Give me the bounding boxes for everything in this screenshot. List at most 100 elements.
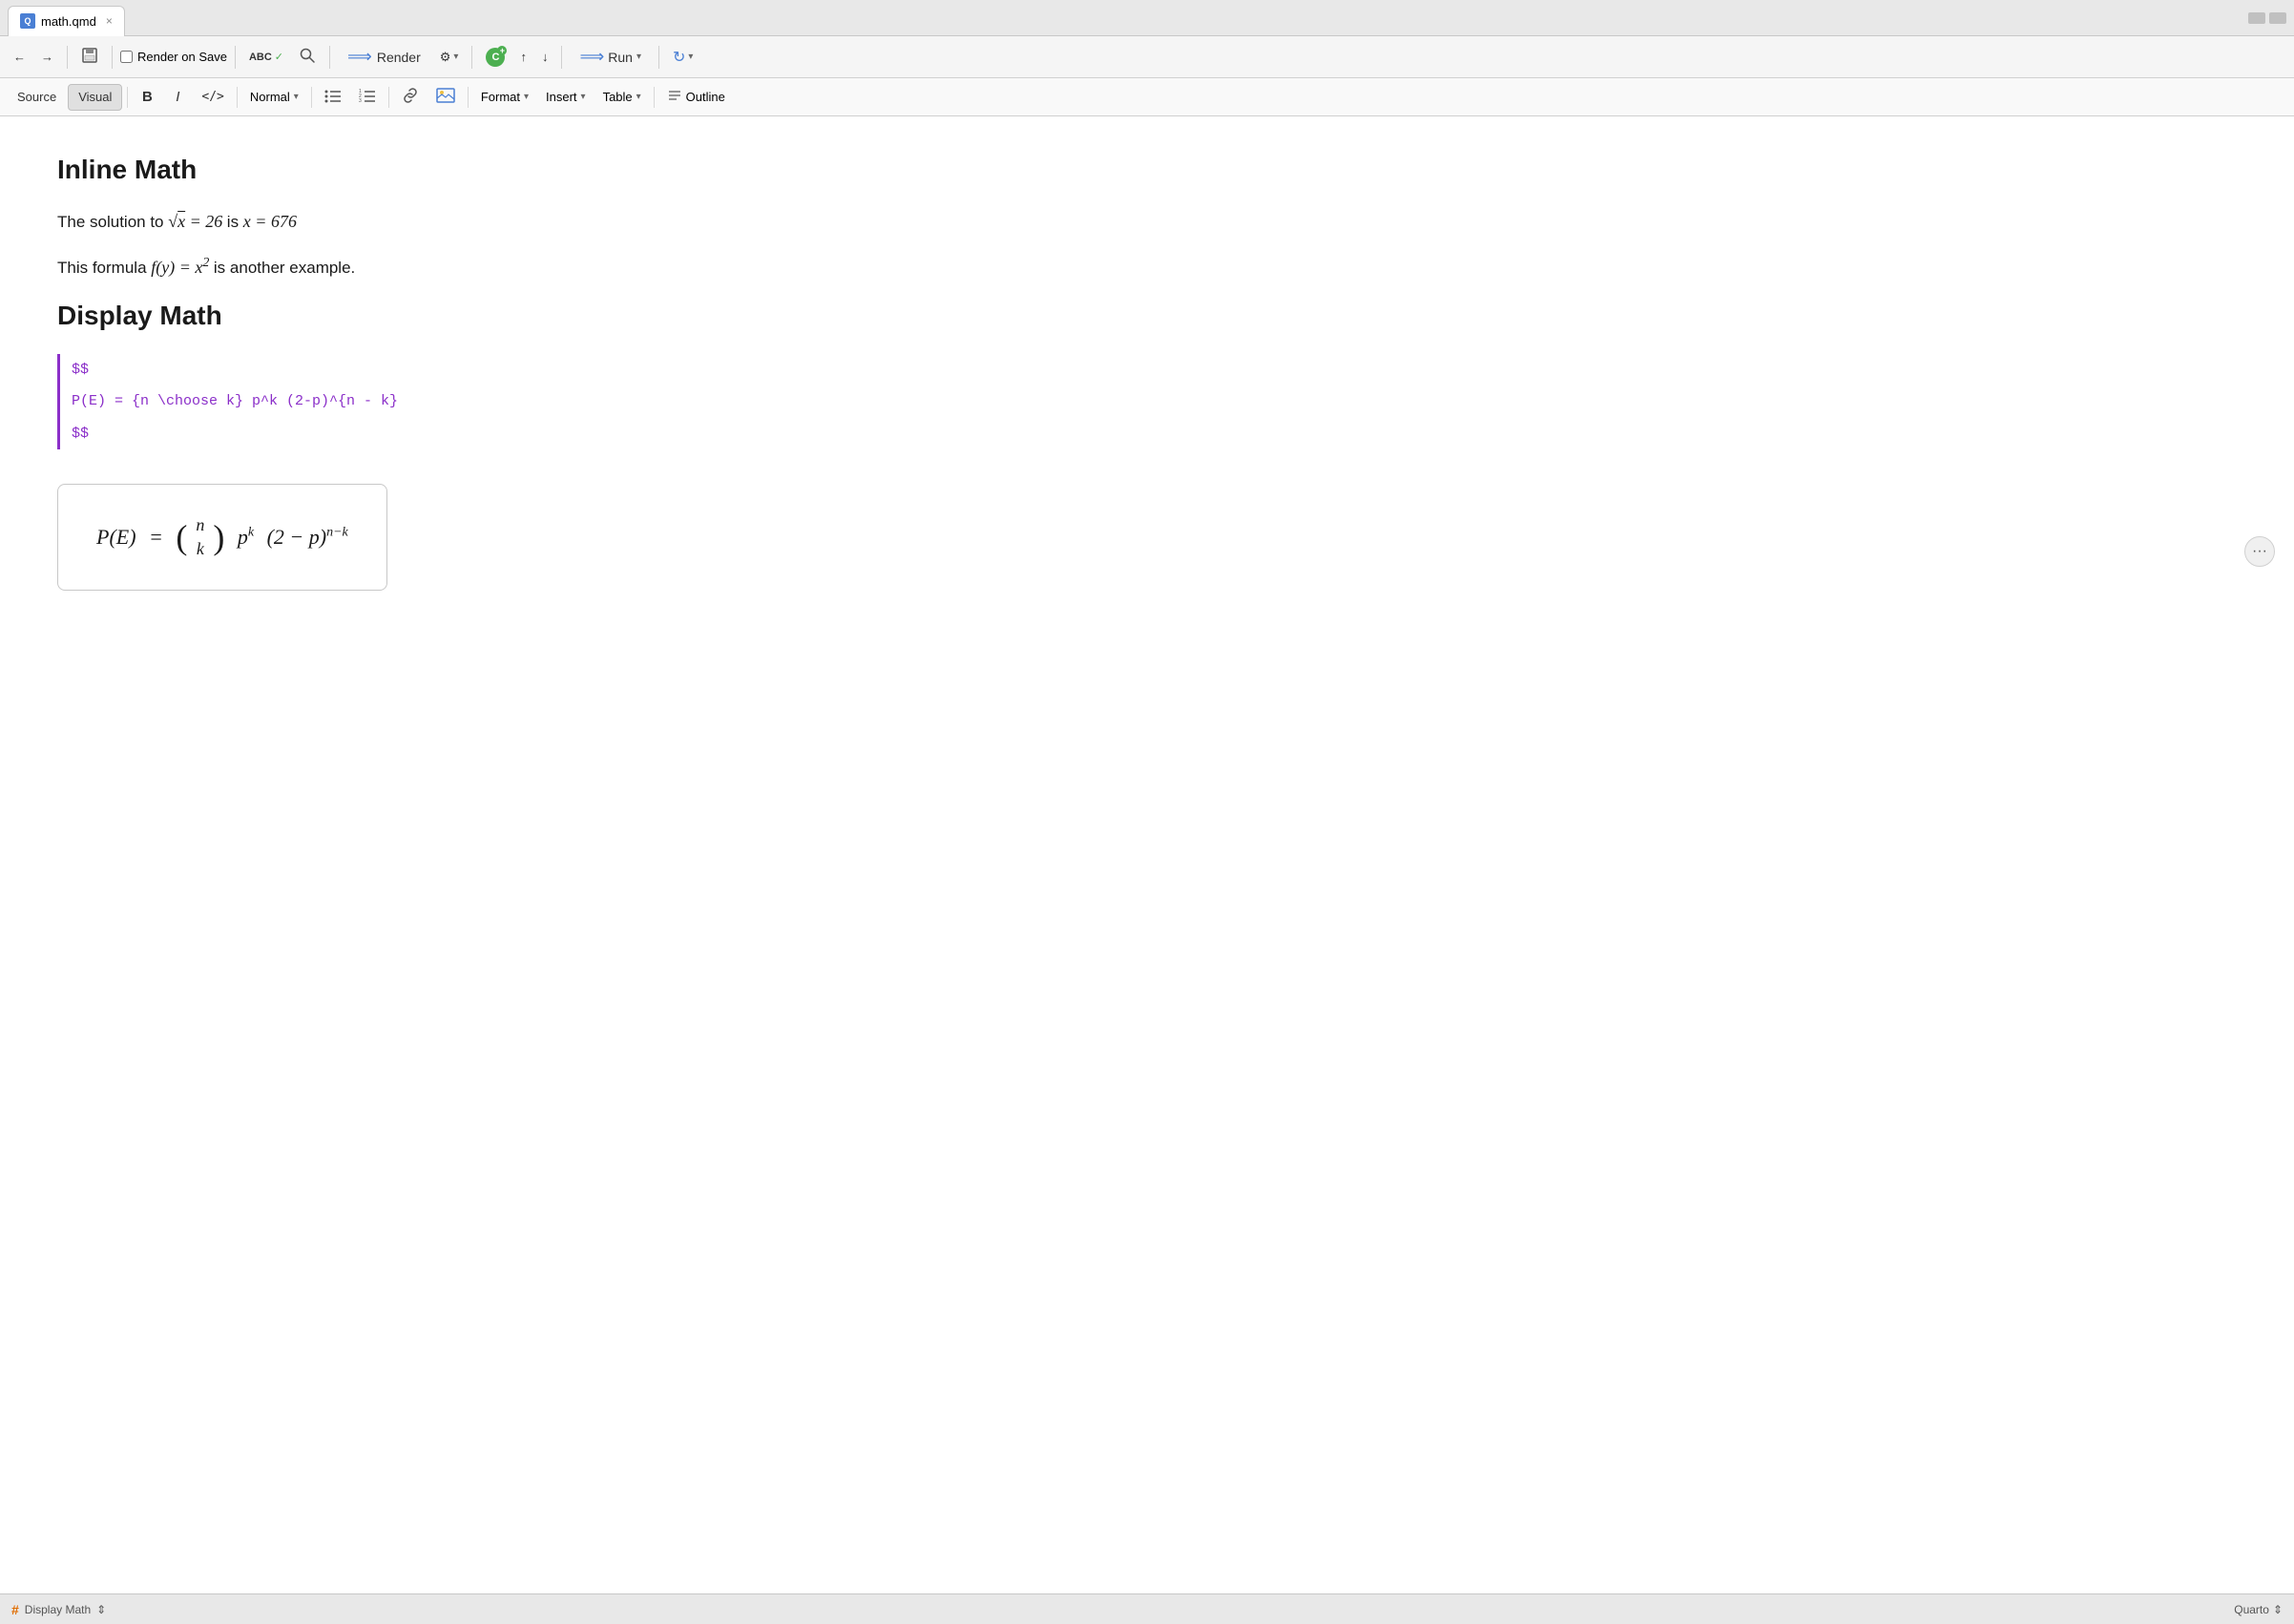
window-maximize[interactable] bbox=[2269, 12, 2286, 24]
editor-area[interactable]: Inline Math The solution to √x = 26 is x… bbox=[0, 116, 2294, 1593]
save-button[interactable] bbox=[75, 43, 104, 71]
window-controls bbox=[2248, 12, 2286, 24]
render-label: Render bbox=[377, 50, 421, 65]
format-separator-6 bbox=[654, 87, 655, 108]
scroll-down-button[interactable]: ↓ bbox=[536, 46, 554, 68]
code-line-3: $$ bbox=[68, 418, 2237, 450]
status-hash-icon: # bbox=[11, 1602, 19, 1617]
link-icon bbox=[402, 88, 419, 106]
visual-mode-button[interactable]: Visual bbox=[68, 84, 122, 111]
paragraph-2: This formula f(y) = x2 is another exampl… bbox=[57, 253, 2237, 281]
format-separator-5 bbox=[468, 87, 469, 108]
status-bar: # Display Math ⇕ Quarto ⇕ bbox=[0, 1593, 2294, 1624]
render-on-save-checkbox[interactable] bbox=[120, 51, 133, 63]
para1-math-1: √x = 26 bbox=[168, 212, 227, 231]
render-settings-button[interactable]: ⚙ ▾ bbox=[434, 46, 465, 69]
file-tab-icon: Q bbox=[20, 13, 35, 29]
back-icon: ← bbox=[13, 50, 26, 64]
check-icon: ✓ bbox=[275, 51, 283, 63]
italic-button[interactable]: I bbox=[163, 84, 192, 111]
rendered-math-box: P(E) = ( n k ) pk (2 − p)n−k bbox=[57, 484, 387, 591]
more-options-button[interactable]: ··· bbox=[2244, 536, 2275, 567]
run-dropdown-icon: ▾ bbox=[636, 52, 641, 62]
insert-dropdown-button[interactable]: Insert ▾ bbox=[538, 86, 594, 108]
format-dropdown-icon: ▾ bbox=[524, 92, 529, 102]
image-button[interactable] bbox=[428, 84, 463, 111]
para2-suffix: is another example. bbox=[214, 259, 355, 277]
format-bar: Source Visual B I </> Normal ▾ bbox=[0, 78, 2294, 116]
para1-prefix: The solution to bbox=[57, 213, 168, 231]
render-on-save-checkbox-label[interactable]: Render on Save bbox=[120, 50, 227, 64]
para1-math-2: x = 676 bbox=[243, 212, 297, 231]
c-plus-icon: C + bbox=[486, 48, 505, 67]
bullet-list-button[interactable] bbox=[317, 84, 349, 111]
image-icon bbox=[436, 88, 455, 106]
format-dropdown-button[interactable]: Format ▾ bbox=[473, 86, 536, 108]
scroll-up-button[interactable]: ↑ bbox=[514, 46, 532, 68]
settings-icon: ⚙ bbox=[440, 50, 451, 65]
insert-label: Insert bbox=[546, 90, 577, 104]
toolbar-separator-7 bbox=[658, 46, 659, 69]
code-line-2: P(E) = {n \choose k} p^k (2-p)^{n - k} bbox=[68, 385, 2237, 418]
render-button[interactable]: ⟹ Render bbox=[338, 42, 430, 72]
link-button[interactable] bbox=[394, 84, 427, 111]
svg-text:3: 3 bbox=[359, 98, 362, 103]
normal-label: Normal bbox=[250, 90, 290, 104]
search-icon bbox=[299, 47, 316, 67]
numbered-list-button[interactable]: 1 2 3 bbox=[351, 84, 384, 111]
math-code-block: $$ P(E) = {n \choose k} p^k (2-p)^{n - k… bbox=[57, 354, 2237, 450]
code-button[interactable]: </> bbox=[194, 84, 231, 111]
normal-dropdown-button[interactable]: Normal ▾ bbox=[242, 86, 306, 108]
toolbar-separator-4 bbox=[329, 46, 330, 69]
format-separator-4 bbox=[388, 87, 389, 108]
table-dropdown-button[interactable]: Table ▾ bbox=[595, 86, 649, 108]
save-icon bbox=[81, 47, 98, 67]
table-label: Table bbox=[603, 90, 633, 104]
status-section-info: # Display Math ⇕ bbox=[11, 1602, 106, 1617]
spell-check-button[interactable]: ABC ✓ bbox=[243, 47, 289, 67]
refresh-button[interactable]: ↻ ▾ bbox=[667, 44, 699, 71]
run-label: Run bbox=[608, 50, 633, 65]
title-bar: Q math.qmd × bbox=[0, 0, 2294, 36]
para2-math: f(y) = x2 bbox=[151, 258, 214, 277]
tab-close-button[interactable]: × bbox=[106, 14, 113, 28]
forward-button[interactable]: → bbox=[35, 46, 59, 68]
toolbar: ← → Render on Save ABC ✓ ⟹ Ren bbox=[0, 36, 2294, 78]
forward-icon: → bbox=[41, 50, 53, 64]
toolbar-separator-6 bbox=[561, 46, 562, 69]
code-icon: </> bbox=[201, 90, 223, 104]
bold-button[interactable]: B bbox=[133, 84, 161, 111]
refresh-icon: ↻ bbox=[673, 48, 685, 67]
back-button[interactable]: ← bbox=[8, 46, 31, 68]
search-button[interactable] bbox=[293, 43, 322, 71]
c-icon-button[interactable]: C + bbox=[480, 44, 511, 71]
file-tab[interactable]: Q math.qmd × bbox=[8, 6, 125, 36]
up-arrow-icon: ↑ bbox=[520, 50, 527, 64]
main-content: Inline Math The solution to √x = 26 is x… bbox=[0, 116, 2294, 1593]
run-button[interactable]: ⟹ Run ▾ bbox=[570, 42, 651, 72]
bold-icon: B bbox=[142, 89, 153, 105]
current-section-label: Display Math bbox=[25, 1603, 91, 1616]
refresh-dropdown-icon: ▾ bbox=[688, 52, 693, 62]
normal-dropdown-icon: ▾ bbox=[294, 92, 299, 102]
toolbar-separator-5 bbox=[471, 46, 472, 69]
section-up-down-icon: ⇕ bbox=[96, 1603, 106, 1616]
format-separator-2 bbox=[237, 87, 238, 108]
source-label: Source bbox=[17, 90, 56, 104]
status-quarto-info: Quarto ⇕ bbox=[2234, 1603, 2283, 1616]
window-minimize[interactable] bbox=[2248, 12, 2265, 24]
insert-dropdown-icon: ▾ bbox=[581, 92, 586, 102]
para2-prefix: This formula bbox=[57, 259, 151, 277]
down-arrow-icon: ↓ bbox=[542, 50, 549, 64]
outline-button[interactable]: Outline bbox=[659, 84, 733, 110]
run-arrow-icon: ⟹ bbox=[579, 47, 604, 67]
numbered-list-icon: 1 2 3 bbox=[359, 88, 376, 106]
display-math-heading: Display Math bbox=[57, 301, 2237, 331]
para1-suffix: is bbox=[227, 213, 243, 231]
outline-icon bbox=[667, 88, 682, 106]
render-arrows-icon: ⟹ bbox=[347, 47, 372, 67]
table-dropdown-icon: ▾ bbox=[636, 92, 641, 102]
source-mode-button[interactable]: Source bbox=[8, 84, 66, 111]
inline-math-heading: Inline Math bbox=[57, 155, 2237, 185]
format-label: Format bbox=[481, 90, 520, 104]
